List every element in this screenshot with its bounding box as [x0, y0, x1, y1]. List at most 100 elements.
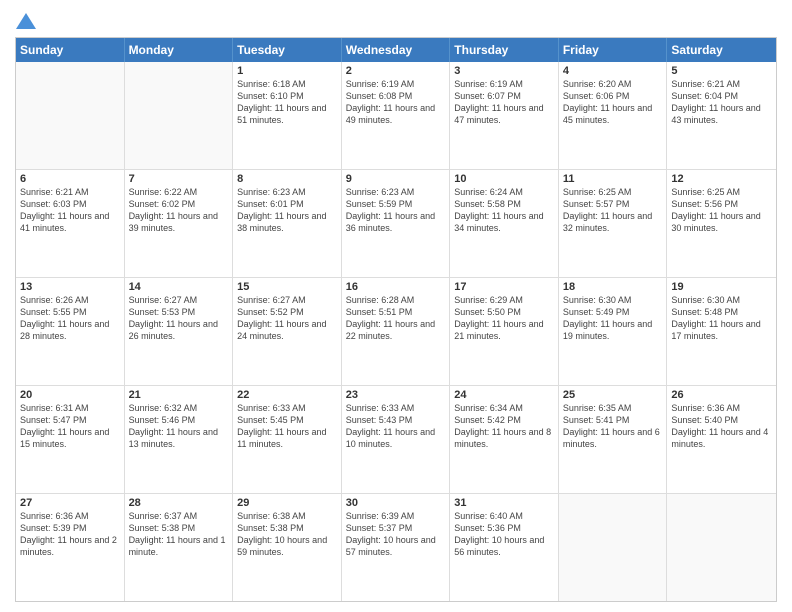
day-number: 24 [454, 389, 554, 401]
day-number: 29 [237, 497, 337, 509]
day-number: 26 [671, 389, 772, 401]
weekday-header-wednesday: Wednesday [342, 38, 451, 62]
day-info: Sunrise: 6:23 AM Sunset: 6:01 PM Dayligh… [237, 186, 337, 235]
day-info: Sunrise: 6:39 AM Sunset: 5:37 PM Dayligh… [346, 510, 446, 559]
day-cell-5: 5Sunrise: 6:21 AM Sunset: 6:04 PM Daylig… [667, 62, 776, 169]
day-cell-17: 17Sunrise: 6:29 AM Sunset: 5:50 PM Dayli… [450, 278, 559, 385]
day-cell-9: 9Sunrise: 6:23 AM Sunset: 5:59 PM Daylig… [342, 170, 451, 277]
calendar-body: 1Sunrise: 6:18 AM Sunset: 6:10 PM Daylig… [16, 62, 776, 601]
day-info: Sunrise: 6:22 AM Sunset: 6:02 PM Dayligh… [129, 186, 229, 235]
day-number: 23 [346, 389, 446, 401]
day-number: 25 [563, 389, 663, 401]
day-number: 30 [346, 497, 446, 509]
day-cell-12: 12Sunrise: 6:25 AM Sunset: 5:56 PM Dayli… [667, 170, 776, 277]
day-cell-20: 20Sunrise: 6:31 AM Sunset: 5:47 PM Dayli… [16, 386, 125, 493]
day-info: Sunrise: 6:25 AM Sunset: 5:57 PM Dayligh… [563, 186, 663, 235]
calendar-row-3: 13Sunrise: 6:26 AM Sunset: 5:55 PM Dayli… [16, 277, 776, 385]
day-cell-15: 15Sunrise: 6:27 AM Sunset: 5:52 PM Dayli… [233, 278, 342, 385]
day-cell-31: 31Sunrise: 6:40 AM Sunset: 5:36 PM Dayli… [450, 494, 559, 601]
weekday-header-tuesday: Tuesday [233, 38, 342, 62]
day-info: Sunrise: 6:19 AM Sunset: 6:07 PM Dayligh… [454, 78, 554, 127]
day-cell-16: 16Sunrise: 6:28 AM Sunset: 5:51 PM Dayli… [342, 278, 451, 385]
day-info: Sunrise: 6:31 AM Sunset: 5:47 PM Dayligh… [20, 402, 120, 451]
day-cell-2: 2Sunrise: 6:19 AM Sunset: 6:08 PM Daylig… [342, 62, 451, 169]
day-number: 12 [671, 173, 772, 185]
day-number: 10 [454, 173, 554, 185]
day-info: Sunrise: 6:27 AM Sunset: 5:52 PM Dayligh… [237, 294, 337, 343]
day-number: 2 [346, 65, 446, 77]
day-info: Sunrise: 6:33 AM Sunset: 5:45 PM Dayligh… [237, 402, 337, 451]
day-cell-1: 1Sunrise: 6:18 AM Sunset: 6:10 PM Daylig… [233, 62, 342, 169]
day-cell-26: 26Sunrise: 6:36 AM Sunset: 5:40 PM Dayli… [667, 386, 776, 493]
day-info: Sunrise: 6:18 AM Sunset: 6:10 PM Dayligh… [237, 78, 337, 127]
day-cell-4: 4Sunrise: 6:20 AM Sunset: 6:06 PM Daylig… [559, 62, 668, 169]
day-cell-13: 13Sunrise: 6:26 AM Sunset: 5:55 PM Dayli… [16, 278, 125, 385]
day-number: 3 [454, 65, 554, 77]
day-info: Sunrise: 6:30 AM Sunset: 5:49 PM Dayligh… [563, 294, 663, 343]
day-cell-7: 7Sunrise: 6:22 AM Sunset: 6:02 PM Daylig… [125, 170, 234, 277]
day-number: 1 [237, 65, 337, 77]
empty-cell [16, 62, 125, 169]
day-number: 16 [346, 281, 446, 293]
day-number: 15 [237, 281, 337, 293]
day-info: Sunrise: 6:20 AM Sunset: 6:06 PM Dayligh… [563, 78, 663, 127]
day-cell-8: 8Sunrise: 6:23 AM Sunset: 6:01 PM Daylig… [233, 170, 342, 277]
calendar-header: SundayMondayTuesdayWednesdayThursdayFrid… [16, 38, 776, 62]
day-info: Sunrise: 6:28 AM Sunset: 5:51 PM Dayligh… [346, 294, 446, 343]
calendar-row-1: 1Sunrise: 6:18 AM Sunset: 6:10 PM Daylig… [16, 62, 776, 169]
day-number: 14 [129, 281, 229, 293]
empty-cell [559, 494, 668, 601]
weekday-header-saturday: Saturday [667, 38, 776, 62]
day-info: Sunrise: 6:27 AM Sunset: 5:53 PM Dayligh… [129, 294, 229, 343]
day-number: 8 [237, 173, 337, 185]
logo-icon [16, 13, 36, 29]
day-info: Sunrise: 6:19 AM Sunset: 6:08 PM Dayligh… [346, 78, 446, 127]
day-number: 4 [563, 65, 663, 77]
day-number: 17 [454, 281, 554, 293]
day-number: 28 [129, 497, 229, 509]
weekday-header-monday: Monday [125, 38, 234, 62]
day-cell-30: 30Sunrise: 6:39 AM Sunset: 5:37 PM Dayli… [342, 494, 451, 601]
day-cell-10: 10Sunrise: 6:24 AM Sunset: 5:58 PM Dayli… [450, 170, 559, 277]
day-cell-23: 23Sunrise: 6:33 AM Sunset: 5:43 PM Dayli… [342, 386, 451, 493]
day-info: Sunrise: 6:23 AM Sunset: 5:59 PM Dayligh… [346, 186, 446, 235]
day-cell-29: 29Sunrise: 6:38 AM Sunset: 5:38 PM Dayli… [233, 494, 342, 601]
page: SundayMondayTuesdayWednesdayThursdayFrid… [0, 0, 792, 612]
day-info: Sunrise: 6:34 AM Sunset: 5:42 PM Dayligh… [454, 402, 554, 451]
day-number: 22 [237, 389, 337, 401]
header [15, 10, 777, 31]
day-cell-24: 24Sunrise: 6:34 AM Sunset: 5:42 PM Dayli… [450, 386, 559, 493]
day-cell-18: 18Sunrise: 6:30 AM Sunset: 5:49 PM Dayli… [559, 278, 668, 385]
empty-cell [667, 494, 776, 601]
day-info: Sunrise: 6:40 AM Sunset: 5:36 PM Dayligh… [454, 510, 554, 559]
day-info: Sunrise: 6:38 AM Sunset: 5:38 PM Dayligh… [237, 510, 337, 559]
day-number: 11 [563, 173, 663, 185]
calendar-row-2: 6Sunrise: 6:21 AM Sunset: 6:03 PM Daylig… [16, 169, 776, 277]
day-info: Sunrise: 6:32 AM Sunset: 5:46 PM Dayligh… [129, 402, 229, 451]
weekday-header-thursday: Thursday [450, 38, 559, 62]
day-info: Sunrise: 6:30 AM Sunset: 5:48 PM Dayligh… [671, 294, 772, 343]
day-info: Sunrise: 6:35 AM Sunset: 5:41 PM Dayligh… [563, 402, 663, 451]
day-cell-27: 27Sunrise: 6:36 AM Sunset: 5:39 PM Dayli… [16, 494, 125, 601]
day-cell-28: 28Sunrise: 6:37 AM Sunset: 5:38 PM Dayli… [125, 494, 234, 601]
day-number: 18 [563, 281, 663, 293]
day-info: Sunrise: 6:26 AM Sunset: 5:55 PM Dayligh… [20, 294, 120, 343]
day-number: 13 [20, 281, 120, 293]
day-cell-25: 25Sunrise: 6:35 AM Sunset: 5:41 PM Dayli… [559, 386, 668, 493]
day-number: 7 [129, 173, 229, 185]
day-number: 20 [20, 389, 120, 401]
logo [15, 10, 37, 31]
weekday-header-sunday: Sunday [16, 38, 125, 62]
day-cell-14: 14Sunrise: 6:27 AM Sunset: 5:53 PM Dayli… [125, 278, 234, 385]
day-number: 6 [20, 173, 120, 185]
weekday-header-friday: Friday [559, 38, 668, 62]
day-number: 9 [346, 173, 446, 185]
calendar: SundayMondayTuesdayWednesdayThursdayFrid… [15, 37, 777, 602]
day-info: Sunrise: 6:25 AM Sunset: 5:56 PM Dayligh… [671, 186, 772, 235]
day-info: Sunrise: 6:33 AM Sunset: 5:43 PM Dayligh… [346, 402, 446, 451]
day-number: 31 [454, 497, 554, 509]
day-number: 27 [20, 497, 120, 509]
day-info: Sunrise: 6:37 AM Sunset: 5:38 PM Dayligh… [129, 510, 229, 559]
day-cell-21: 21Sunrise: 6:32 AM Sunset: 5:46 PM Dayli… [125, 386, 234, 493]
day-cell-11: 11Sunrise: 6:25 AM Sunset: 5:57 PM Dayli… [559, 170, 668, 277]
